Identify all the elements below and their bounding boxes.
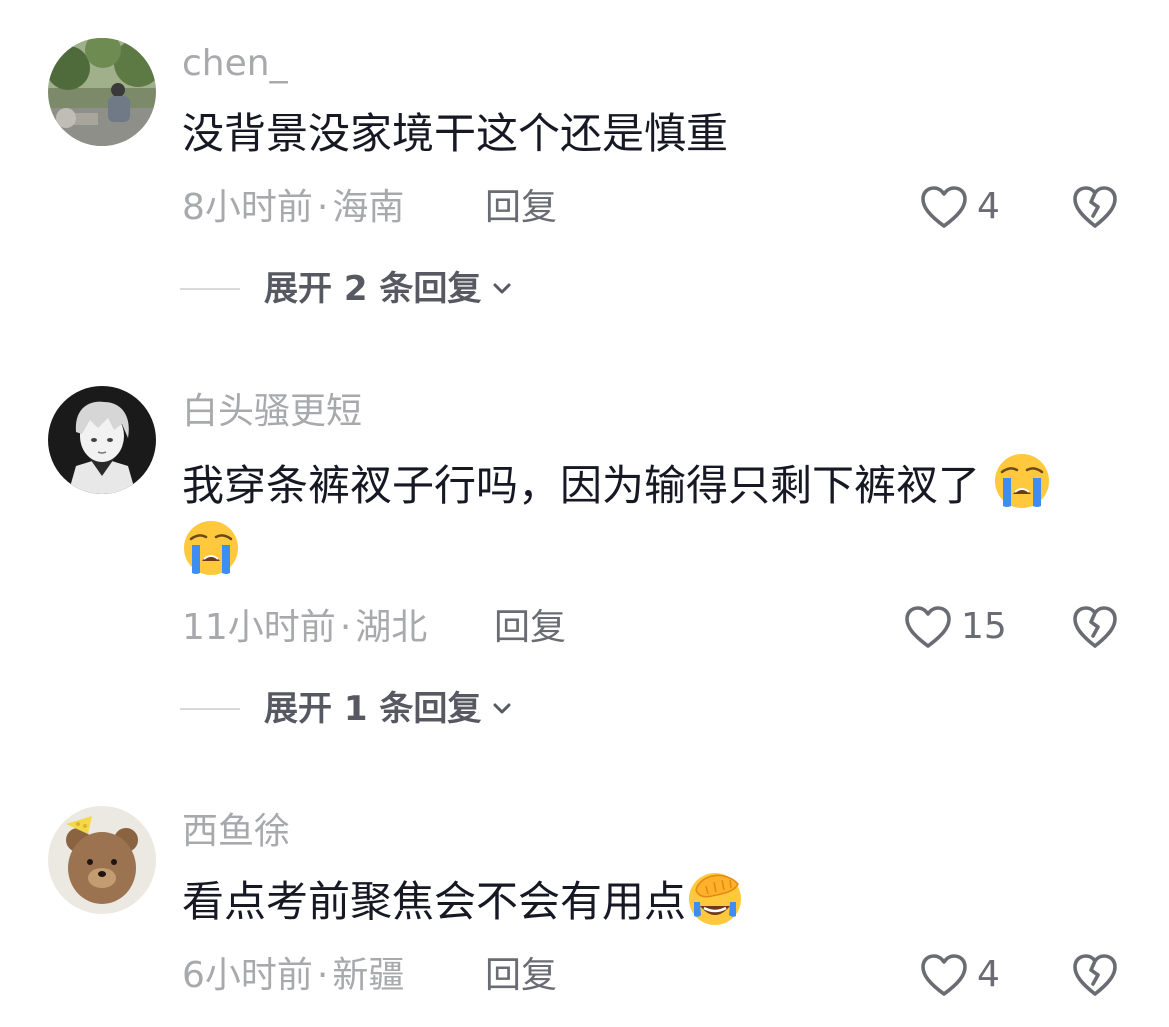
avatar[interactable] [48,806,156,914]
like-count: 15 [961,606,1007,647]
comment-meta: 8小时前 · 海南 [182,190,404,226]
comment-text: 我穿条裤衩子行吗，因为输得只剩下裤衩了 [182,452,1102,586]
chevron-down-icon [489,276,515,302]
comment-location: 海南 [332,187,405,228]
avatar-teddy-bear-icon [48,806,156,914]
expand-replies-button[interactable]: 展开 1 条回复 [180,692,515,726]
expand-divider-line [180,288,240,290]
meta-separator: · [316,187,329,228]
dislike-button[interactable] [1071,604,1119,650]
like-button[interactable]: 4 [919,184,1000,230]
crying-face-emoji-icon [993,452,1051,510]
reply-button[interactable]: 回复 [485,958,557,994]
like-count: 4 [977,954,1000,995]
comment-location: 湖北 [355,607,428,648]
expand-replies-label: 展开 1 条回复 [264,689,482,729]
username[interactable]: 白头骚更短 [182,394,362,430]
reply-button[interactable]: 回复 [494,610,566,646]
crying-face-emoji-icon [182,519,240,577]
like-button[interactable]: 4 [919,952,1000,998]
like-count: 4 [977,186,1000,227]
username[interactable]: chen_ [182,46,288,82]
comment-meta: 11小时前 · 湖北 [182,610,427,646]
facepalm-laugh-emoji-icon [686,868,744,926]
meta-separator: · [316,955,329,996]
avatar[interactable] [48,38,156,146]
expand-replies-label: 展开 2 条回复 [264,269,482,309]
broken-heart-icon [1073,186,1117,228]
heart-icon [921,186,967,228]
heart-icon [905,606,951,648]
comment-text-body: 看点考前聚焦会不会有用点 [182,877,687,926]
like-button[interactable]: 15 [903,604,1007,650]
expand-replies-button[interactable]: 展开 2 条回复 [180,272,515,306]
dislike-button[interactable] [1071,184,1119,230]
comment-time: 11小时前 [182,607,336,648]
comment-text-body: 我穿条裤衩子行吗，因为输得只剩下裤衩了 [182,461,981,510]
avatar-anime-icon [48,386,156,494]
comment-text: 没背景没家境干这个还是慎重 [182,100,1102,167]
broken-heart-icon [1073,954,1117,996]
reply-button[interactable]: 回复 [485,190,557,226]
expand-divider-line [180,708,240,710]
avatar-photo-icon [48,38,156,146]
comment-text-body: 没背景没家境干这个还是慎重 [182,109,729,158]
broken-heart-icon [1073,606,1117,648]
comment-meta: 6小时前 · 新疆 [182,958,404,994]
username[interactable]: 西鱼徐 [182,814,290,850]
dislike-button[interactable] [1071,952,1119,998]
comment-text: 看点考前聚焦会不会有用点 [182,868,1102,935]
comment-location: 新疆 [332,955,405,996]
avatar[interactable] [48,386,156,494]
meta-separator: · [339,607,352,648]
heart-icon [921,954,967,996]
comment-time: 8小时前 [182,187,313,228]
chevron-down-icon [489,696,515,722]
comment-time: 6小时前 [182,955,313,996]
